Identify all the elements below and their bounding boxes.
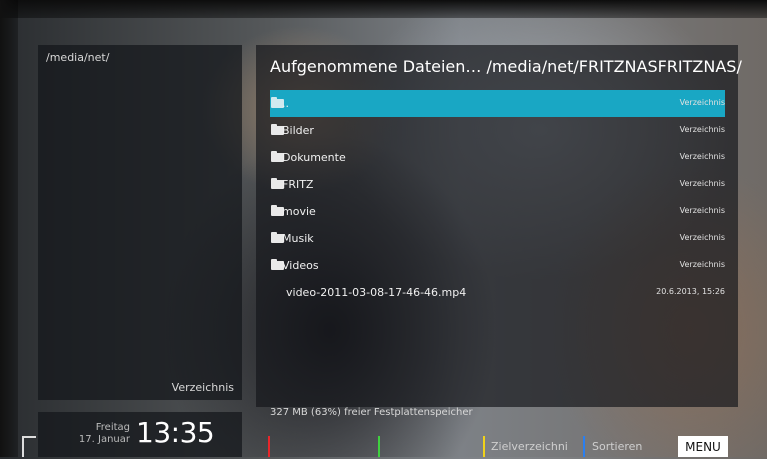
file-name: Videos	[282, 259, 319, 272]
file-name: Musik	[282, 232, 314, 245]
time: 13:35	[136, 416, 215, 449]
file-list[interactable]: .. Verzeichnis Bilder Verzeichnis Dokume…	[270, 90, 725, 306]
video-background-left	[0, 0, 18, 457]
file-name: FRITZ	[282, 178, 314, 191]
yellow-key-button[interactable]	[483, 436, 485, 457]
file-type: Verzeichnis	[679, 233, 725, 242]
file-name: ..	[282, 97, 289, 110]
red-key-button[interactable]	[268, 436, 270, 457]
file-type: Verzeichnis	[679, 260, 725, 269]
list-item[interactable]: .. Verzeichnis	[270, 90, 725, 117]
browser-title: Aufgenommene Dateien… /media/net/FRITZNA…	[270, 57, 742, 76]
file-name: movie	[282, 205, 316, 218]
yellow-key-label[interactable]: Zielverzeichni	[491, 440, 568, 453]
file-name: video-2011-03-08-17-46-46.mp4	[286, 286, 467, 299]
weekday: Freitag	[95, 422, 130, 433]
file-name: Dokumente	[282, 151, 346, 164]
current-path: /media/net/	[46, 51, 110, 64]
selected-type: Verzeichnis	[171, 381, 234, 394]
file-date: 20.6.2013, 15:26	[656, 287, 725, 296]
menu-button[interactable]: MENU	[678, 436, 728, 457]
list-item[interactable]: Bilder Verzeichnis	[270, 117, 725, 144]
file-type: Verzeichnis	[679, 98, 725, 107]
left-info-panel: /media/net/ Verzeichnis	[38, 45, 242, 400]
date: 17. Januar	[78, 434, 130, 445]
file-type: Verzeichnis	[679, 152, 725, 161]
list-item[interactable]: Dokumente Verzeichnis	[270, 144, 725, 171]
blue-key-label[interactable]: Sortieren	[592, 440, 642, 453]
video-background-top	[0, 0, 767, 18]
file-type: Verzeichnis	[679, 125, 725, 134]
file-name: Bilder	[282, 124, 314, 137]
free-space-status: 327 MB (63%) freier Festplattenspeicher	[270, 407, 473, 418]
list-item[interactable]: movie Verzeichnis	[270, 198, 725, 225]
clock-panel: Freitag 17. Januar 13:35	[38, 412, 242, 457]
blue-key-button[interactable]	[583, 436, 585, 457]
file-type: Verzeichnis	[679, 206, 725, 215]
green-key-button[interactable]	[378, 436, 380, 457]
list-item[interactable]: video-2011-03-08-17-46-46.mp4 20.6.2013,…	[270, 279, 725, 306]
list-item[interactable]: Videos Verzeichnis	[270, 252, 725, 279]
list-item[interactable]: FRITZ Verzeichnis	[270, 171, 725, 198]
list-item[interactable]: Musik Verzeichnis	[270, 225, 725, 252]
file-type: Verzeichnis	[679, 179, 725, 188]
corner-bracket	[22, 436, 36, 457]
